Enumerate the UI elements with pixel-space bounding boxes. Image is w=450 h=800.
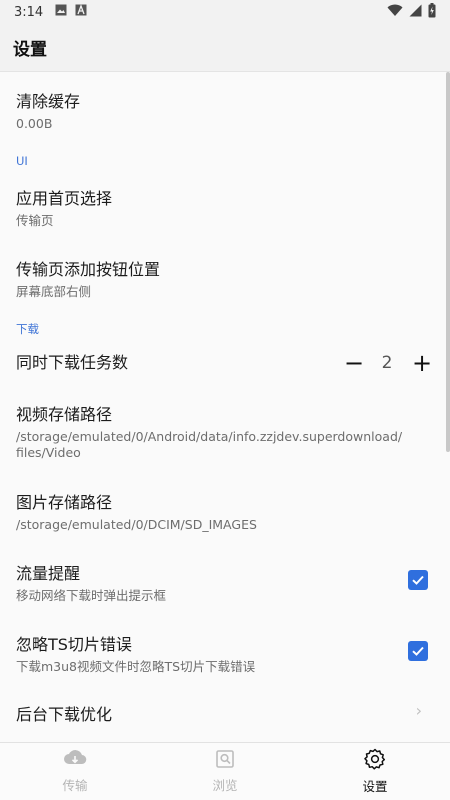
setting-subtitle: 传输页 <box>16 213 54 228</box>
quantity-stepper: − 2 + <box>344 348 432 378</box>
cloud-download-icon <box>63 749 87 773</box>
setting-traffic-alert[interactable]: 流量提醒 移动网络下载时弹出提示框 <box>0 560 446 604</box>
browse-search-icon <box>215 749 235 773</box>
setting-title: 应用首页选择 <box>16 189 113 208</box>
setting-title: 清除缓存 <box>16 92 81 111</box>
status-time: 3:14 <box>14 4 44 20</box>
wifi-icon <box>387 4 403 21</box>
signal-icon <box>409 4 422 21</box>
setting-clear-cache[interactable]: 清除缓存 0.00B <box>0 88 446 132</box>
setting-subtitle: 移动网络下载时弹出提示框 <box>16 588 167 603</box>
ignore-ts-error-checkbox[interactable] <box>408 641 428 661</box>
nav-label: 浏览 <box>212 778 238 793</box>
setting-video-path[interactable]: 视频存储路径 /storage/emulated/0/Android/data/… <box>0 401 446 461</box>
scrollbar[interactable] <box>446 72 450 452</box>
section-header-ui: UI <box>16 154 28 168</box>
setting-title: 视频存储路径 <box>16 405 113 424</box>
nav-item-transfer[interactable]: 传输 <box>0 743 150 800</box>
app-bar: 设置 <box>0 24 450 72</box>
video-path-line-2: files/Video <box>16 445 81 460</box>
decrement-button[interactable]: − <box>344 351 364 375</box>
check-icon <box>412 646 424 656</box>
setting-title: 忽略TS切片错误 <box>16 635 132 654</box>
setting-concurrent-tasks: 同时下载任务数 − 2 + <box>0 348 446 378</box>
setting-subtitle: /storage/emulated/0/Android/data/info.zz… <box>16 429 430 461</box>
setting-subtitle: 下载m3u8视频文件时忽略TS切片下载错误 <box>16 659 256 674</box>
text-a-icon <box>75 4 87 20</box>
nav-item-settings[interactable]: 设置 <box>300 743 450 800</box>
setting-title: 流量提醒 <box>16 564 81 583</box>
increment-button[interactable]: + <box>412 351 432 375</box>
section-header-download: 下载 <box>16 322 39 336</box>
settings-list[interactable]: 清除缓存 0.00B UI 应用首页选择 传输页 传输页添加按钮位置 屏幕底部右… <box>0 72 450 742</box>
page-title: 设置 <box>13 40 47 60</box>
setting-title: 图片存储路径 <box>16 493 113 512</box>
image-icon <box>55 4 67 20</box>
setting-title: 传输页添加按钮位置 <box>16 260 161 279</box>
setting-image-path[interactable]: 图片存储路径 /storage/emulated/0/DCIM/SD_IMAGE… <box>0 489 446 533</box>
bottom-nav: 传输 浏览 设置 <box>0 742 450 800</box>
battery-charging-icon <box>428 2 436 22</box>
setting-ignore-ts-error[interactable]: 忽略TS切片错误 下载m3u8视频文件时忽略TS切片下载错误 <box>0 631 446 675</box>
setting-subtitle: 屏幕底部右侧 <box>16 284 92 299</box>
gear-icon <box>364 748 386 774</box>
chevron-right-icon: › <box>415 701 422 720</box>
video-path-line-1: /storage/emulated/0/Android/data/info.zz… <box>16 429 403 444</box>
setting-subtitle: 0.00B <box>16 116 53 131</box>
setting-title: 后台下载优化 <box>16 705 113 724</box>
setting-background-optimization[interactable]: 后台下载优化 <box>0 701 446 725</box>
check-icon <box>412 575 424 585</box>
traffic-alert-checkbox[interactable] <box>408 570 428 590</box>
nav-label: 设置 <box>362 779 388 794</box>
nav-item-browse[interactable]: 浏览 <box>150 743 300 800</box>
nav-label: 传输 <box>62 778 88 793</box>
setting-add-button-position[interactable]: 传输页添加按钮位置 屏幕底部右侧 <box>0 256 446 300</box>
status-bar: 3:14 <box>0 0 450 24</box>
setting-home-page[interactable]: 应用首页选择 传输页 <box>0 185 446 229</box>
stepper-value: 2 <box>381 353 393 373</box>
setting-subtitle: /storage/emulated/0/DCIM/SD_IMAGES <box>16 517 257 532</box>
